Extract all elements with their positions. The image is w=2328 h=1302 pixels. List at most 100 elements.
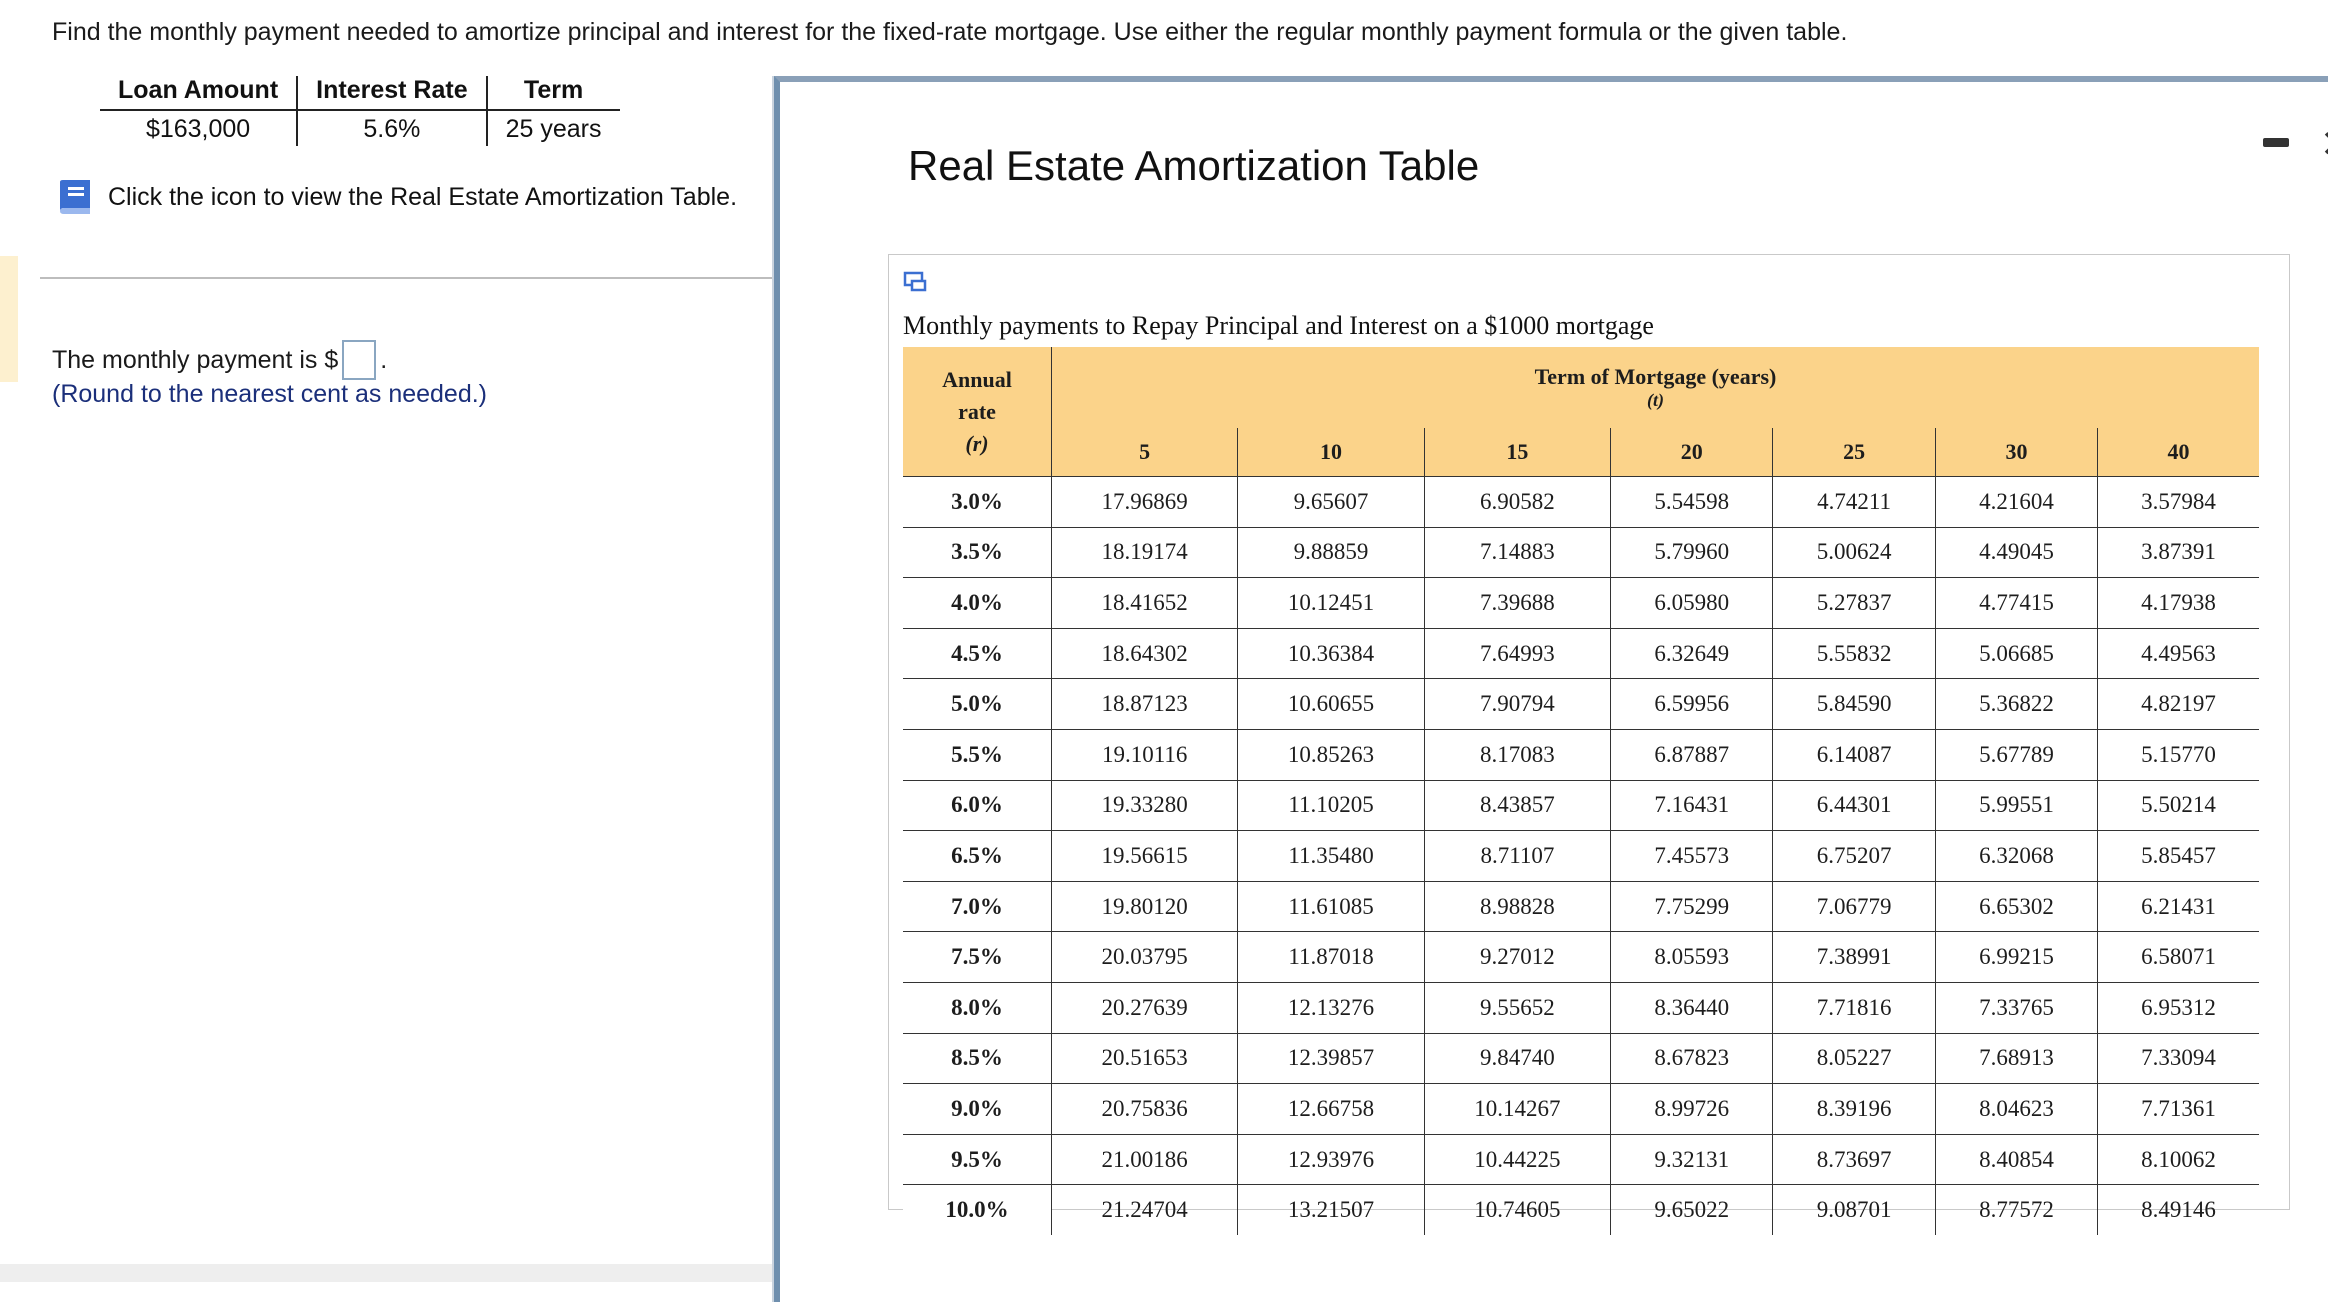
- payment-cell: 12.39857: [1237, 1033, 1425, 1085]
- term-header-30: 30: [1935, 428, 2099, 477]
- term-header: Term of Mortgage (years) (t): [1051, 347, 2259, 428]
- payment-cell: 11.10205: [1237, 780, 1425, 832]
- table-row: 6.0% 19.33280 11.10205 8.43857 7.16431 6.4430…: [903, 780, 2259, 832]
- payment-cell: 6.21431: [2097, 881, 2259, 933]
- payment-cell: 8.71107: [1424, 830, 1612, 882]
- amortization-popup: Real Estate Amortization Table ✕ Monthly…: [774, 76, 2328, 1302]
- payment-cell: 20.75836: [1051, 1083, 1239, 1135]
- table-row: 7.5% 20.03795 11.87018 9.27012 8.05593 7.3899…: [903, 931, 2259, 983]
- payment-cell: 4.17938: [2097, 577, 2259, 629]
- payment-cell: 6.44301: [1772, 780, 1936, 832]
- rate-cell: 6.0%: [903, 780, 1052, 832]
- value-term: 25 years: [505, 115, 602, 143]
- payment-cell: 4.77415: [1935, 577, 2099, 629]
- payment-cell: 5.06685: [1935, 628, 2099, 680]
- payment-cell: 9.27012: [1424, 931, 1612, 983]
- close-icon[interactable]: ✕: [2320, 122, 2328, 167]
- table-row: 3.5% 18.19174 9.88859 7.14883 5.79960 5.00624…: [903, 527, 2259, 579]
- payment-cell: 19.33280: [1051, 780, 1239, 832]
- minimize-button[interactable]: [2263, 138, 2289, 147]
- payment-cell: 9.08701: [1772, 1184, 1936, 1235]
- payment-cell: 4.49045: [1935, 527, 2099, 579]
- payment-cell: 9.32131: [1610, 1134, 1774, 1186]
- amortization-table: Annual rate (r) Term of Mortgage (years)…: [903, 347, 2259, 1235]
- payment-cell: 5.99551: [1935, 780, 2099, 832]
- payment-cell: 8.05593: [1610, 931, 1774, 983]
- table-row: 5.5% 19.10116 10.85263 8.17083 6.87887 6.1408…: [903, 729, 2259, 781]
- payment-cell: 20.03795: [1051, 931, 1239, 983]
- divider: [40, 277, 776, 279]
- book-icon[interactable]: [54, 178, 94, 216]
- payment-cell: 8.10062: [2097, 1134, 2259, 1186]
- payment-cell: 8.05227: [1772, 1033, 1936, 1085]
- payment-cell: 9.65022: [1610, 1184, 1774, 1235]
- payment-cell: 8.36440: [1610, 982, 1774, 1034]
- payment-cell: 6.90582: [1424, 476, 1612, 528]
- bottom-scrollbar[interactable]: [0, 1264, 776, 1282]
- term-header-text: Term of Mortgage (years): [1534, 363, 1777, 389]
- payment-cell: 10.36384: [1237, 628, 1425, 680]
- table-row: 9.0% 20.75836 12.66758 10.14267 8.99726 8.391…: [903, 1083, 2259, 1135]
- rate-cell: 3.5%: [903, 527, 1052, 579]
- table-panel: Monthly payments to Repay Principal and …: [888, 254, 2290, 1235]
- payment-cell: 9.84740: [1424, 1033, 1612, 1085]
- payment-cell: 3.87391: [2097, 527, 2259, 579]
- payment-cell: 21.00186: [1051, 1134, 1239, 1186]
- monthly-payment-input[interactable]: [342, 340, 377, 380]
- payment-cell: 8.40854: [1935, 1134, 2099, 1186]
- payment-cell: 5.50214: [2097, 780, 2259, 832]
- payment-cell: 7.06779: [1772, 881, 1936, 933]
- payment-cell: 10.12451: [1237, 577, 1425, 629]
- amortization-link-row[interactable]: Click the icon to view the Real Estate A…: [54, 178, 737, 216]
- payment-cell: 10.74605: [1424, 1184, 1612, 1235]
- payment-cell: 11.35480: [1237, 830, 1425, 882]
- payment-cell: 10.44225: [1424, 1134, 1612, 1186]
- amortization-link-text[interactable]: Click the icon to view the Real Estate A…: [108, 183, 737, 212]
- payment-cell: 8.04623: [1935, 1083, 2099, 1135]
- payment-cell: 6.99215: [1935, 931, 2099, 983]
- term-header-20: 20: [1610, 428, 1774, 477]
- payment-cell: 5.15770: [2097, 729, 2259, 781]
- rate-cell: 6.5%: [903, 830, 1052, 882]
- payment-cell: 5.36822: [1935, 678, 2099, 730]
- payment-cell: 10.85263: [1237, 729, 1425, 781]
- term-header-sub: (t): [1647, 389, 1664, 410]
- table-row: 6.5% 19.56615 11.35480 8.71107 7.45573 6.7520…: [903, 830, 2259, 882]
- left-highlight-strip: [0, 256, 18, 382]
- rate-cell: 4.0%: [903, 577, 1052, 629]
- copy-icon[interactable]: [903, 271, 929, 293]
- rate-cell: 4.5%: [903, 628, 1052, 680]
- payment-cell: 8.98828: [1424, 881, 1612, 933]
- payment-cell: 6.59956: [1610, 678, 1774, 730]
- payment-cell: 7.16431: [1610, 780, 1774, 832]
- rate-cell: 9.5%: [903, 1134, 1052, 1186]
- payment-cell: 7.14883: [1424, 527, 1612, 579]
- table-row: 10.0% 21.24704 13.21507 10.74605 9.65022 9.08…: [903, 1184, 2259, 1235]
- term-header-10: 10: [1237, 428, 1425, 477]
- payment-cell: 7.33094: [2097, 1033, 2259, 1085]
- payment-cell: 18.64302: [1051, 628, 1239, 680]
- payment-cell: 8.99726: [1610, 1083, 1774, 1135]
- payment-cell: 8.43857: [1424, 780, 1612, 832]
- payment-cell: 7.90794: [1424, 678, 1612, 730]
- answer-prefix: The monthly payment is $: [52, 345, 339, 374]
- payment-cell: 18.41652: [1051, 577, 1239, 629]
- payment-cell: 8.67823: [1610, 1033, 1774, 1085]
- payment-cell: 7.64993: [1424, 628, 1612, 680]
- payment-cell: 4.21604: [1935, 476, 2099, 528]
- rate-header-line-2: rate: [958, 398, 996, 424]
- rate-cell: 5.5%: [903, 729, 1052, 781]
- rate-cell: 10.0%: [903, 1184, 1052, 1235]
- rate-cell: 3.0%: [903, 476, 1052, 528]
- payment-cell: 5.67789: [1935, 729, 2099, 781]
- table-row: 3.0% 17.96869 9.65607 6.90582 5.54598 4.74211…: [903, 476, 2259, 528]
- answer-line: The monthly payment is $ .: [52, 340, 387, 380]
- payment-cell: 6.32068: [1935, 830, 2099, 882]
- header-term: Term: [486, 76, 620, 111]
- payment-cell: 4.82197: [2097, 678, 2259, 730]
- payment-cell: 5.85457: [2097, 830, 2259, 882]
- payment-cell: 10.60655: [1237, 678, 1425, 730]
- payment-cell: 7.38991: [1772, 931, 1936, 983]
- payment-cell: 7.68913: [1935, 1033, 2099, 1085]
- table-caption: Monthly payments to Repay Principal and …: [903, 311, 1654, 340]
